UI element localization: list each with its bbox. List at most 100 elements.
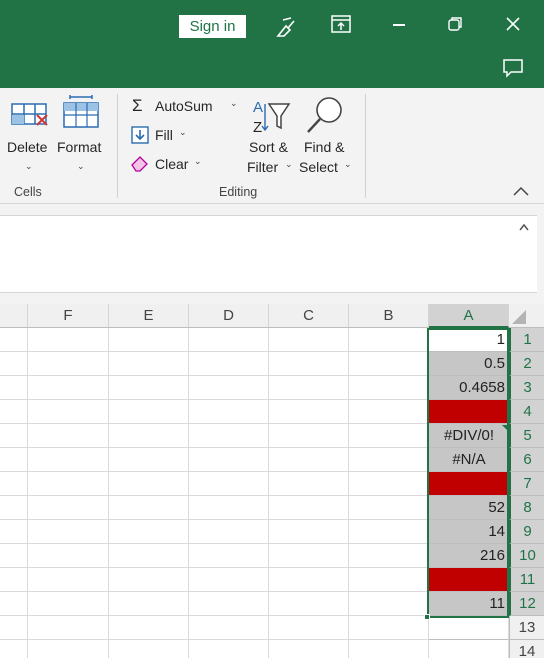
autosum-button[interactable]: AutoSum [155, 98, 213, 114]
row-header-2[interactable]: 2 [509, 352, 544, 376]
row-header-9[interactable]: 9 [509, 520, 544, 544]
grid-cell[interactable] [349, 544, 429, 568]
cell-a1[interactable]: 1 [429, 328, 509, 352]
grid-cell[interactable] [0, 472, 28, 496]
clear-chevron-down-icon[interactable]: ⌄ [194, 156, 202, 167]
grid-cell[interactable] [269, 376, 349, 400]
select-all-corner[interactable] [509, 304, 544, 328]
find-select-label-line2[interactable]: Select [299, 159, 338, 175]
grid-cell[interactable] [109, 544, 189, 568]
row-header-4[interactable]: 4 [509, 400, 544, 424]
grid-cell[interactable] [0, 568, 28, 592]
grid-cell[interactable] [189, 424, 269, 448]
find-select-icon[interactable] [305, 94, 347, 136]
delete-button[interactable]: Delete [7, 139, 47, 155]
grid-cell[interactable] [0, 328, 28, 352]
grid-cell[interactable] [189, 616, 269, 640]
grid-cell[interactable] [109, 616, 189, 640]
column-header-e[interactable]: E [109, 304, 189, 328]
grid-cell[interactable] [109, 328, 189, 352]
column-header-b[interactable]: B [349, 304, 429, 328]
grid-cell[interactable] [349, 640, 429, 658]
grid-cell[interactable] [269, 424, 349, 448]
grid-cell[interactable] [349, 592, 429, 616]
grid-cell[interactable] [109, 472, 189, 496]
grid-cell[interactable] [109, 424, 189, 448]
cell-a5[interactable]: #DIV/0! [429, 424, 509, 448]
grid-cell[interactable] [0, 592, 28, 616]
cell-a4[interactable] [429, 400, 509, 424]
grid-cell[interactable] [189, 568, 269, 592]
sort-filter-button[interactable]: Sort & [249, 139, 288, 155]
sign-in-button[interactable]: Sign in [179, 15, 246, 38]
grid-cell[interactable] [189, 472, 269, 496]
worksheet-grid[interactable]: F E D C B A 1 1 0.5 2 0.4658 3 4 #DIV/0! 5 #N/A 6 7… [0, 304, 544, 658]
grid-cell[interactable] [349, 568, 429, 592]
grid-cell[interactable] [109, 592, 189, 616]
grid-cell[interactable] [28, 448, 109, 472]
grid-cell[interactable] [189, 328, 269, 352]
row-header-8[interactable]: 8 [509, 496, 544, 520]
grid-cell[interactable] [0, 400, 28, 424]
grid-cell[interactable] [28, 616, 109, 640]
grid-cell[interactable] [189, 496, 269, 520]
grid-cell[interactable] [28, 592, 109, 616]
row-header-10[interactable]: 10 [509, 544, 544, 568]
row-header-7[interactable]: 7 [509, 472, 544, 496]
sort-filter-icon[interactable]: A Z [251, 96, 293, 136]
cell-a12[interactable]: 11 [429, 592, 509, 616]
fill-icon[interactable] [131, 126, 149, 144]
grid-cell[interactable] [189, 544, 269, 568]
expand-formula-bar-icon[interactable] [518, 222, 530, 232]
fill-chevron-down-icon[interactable]: ⌄ [179, 127, 187, 138]
row-header-1[interactable]: 1 [509, 328, 544, 352]
row-header-11[interactable]: 11 [509, 568, 544, 592]
grid-cell[interactable] [0, 520, 28, 544]
grid-cell[interactable] [109, 520, 189, 544]
grid-cell[interactable] [109, 376, 189, 400]
grid-cell[interactable] [28, 424, 109, 448]
fill-button[interactable]: Fill [155, 127, 173, 143]
cell-a11[interactable] [429, 568, 509, 592]
autosum-chevron-down-icon[interactable]: ⌄ [230, 98, 238, 109]
grid-cell[interactable] [28, 544, 109, 568]
row-header-3[interactable]: 3 [509, 376, 544, 400]
cell-a14[interactable] [429, 640, 509, 658]
grid-cell[interactable] [349, 616, 429, 640]
ribbon-display-options-icon[interactable] [331, 15, 351, 33]
cell-a6[interactable]: #N/A [429, 448, 509, 472]
grid-cell[interactable] [109, 496, 189, 520]
grid-cell[interactable] [0, 496, 28, 520]
grid-cell[interactable] [189, 400, 269, 424]
grid-cell[interactable] [28, 472, 109, 496]
grid-cell[interactable] [269, 472, 349, 496]
grid-cell[interactable] [349, 496, 429, 520]
grid-cell[interactable] [28, 520, 109, 544]
grid-cell[interactable] [349, 352, 429, 376]
row-header-14[interactable]: 14 [509, 640, 544, 658]
grid-cell[interactable] [28, 496, 109, 520]
grid-cell[interactable] [0, 640, 28, 658]
format-cells-icon[interactable] [62, 94, 100, 130]
grid-cell[interactable] [349, 448, 429, 472]
grid-cell[interactable] [269, 328, 349, 352]
grid-cell[interactable] [189, 376, 269, 400]
grid-cell[interactable] [109, 352, 189, 376]
delete-cells-icon[interactable] [10, 98, 50, 130]
grid-cell[interactable] [28, 640, 109, 658]
grid-cell[interactable] [269, 352, 349, 376]
format-button[interactable]: Format [57, 139, 101, 155]
grid-cell[interactable] [269, 496, 349, 520]
cell-a9[interactable]: 14 [429, 520, 509, 544]
column-header-f[interactable]: F [28, 304, 109, 328]
sort-filter-label-line2[interactable]: Filter [247, 159, 278, 175]
row-header-6[interactable]: 6 [509, 448, 544, 472]
row-header-5[interactable]: 5 [509, 424, 544, 448]
grid-cell[interactable] [0, 544, 28, 568]
grid-cell[interactable] [189, 520, 269, 544]
grid-cell[interactable] [0, 424, 28, 448]
clear-button[interactable]: Clear [155, 156, 188, 172]
cell-a2[interactable]: 0.5 [429, 352, 509, 376]
grid-cell[interactable] [269, 640, 349, 658]
delete-chevron-down-icon[interactable]: ⌄ [25, 161, 33, 172]
